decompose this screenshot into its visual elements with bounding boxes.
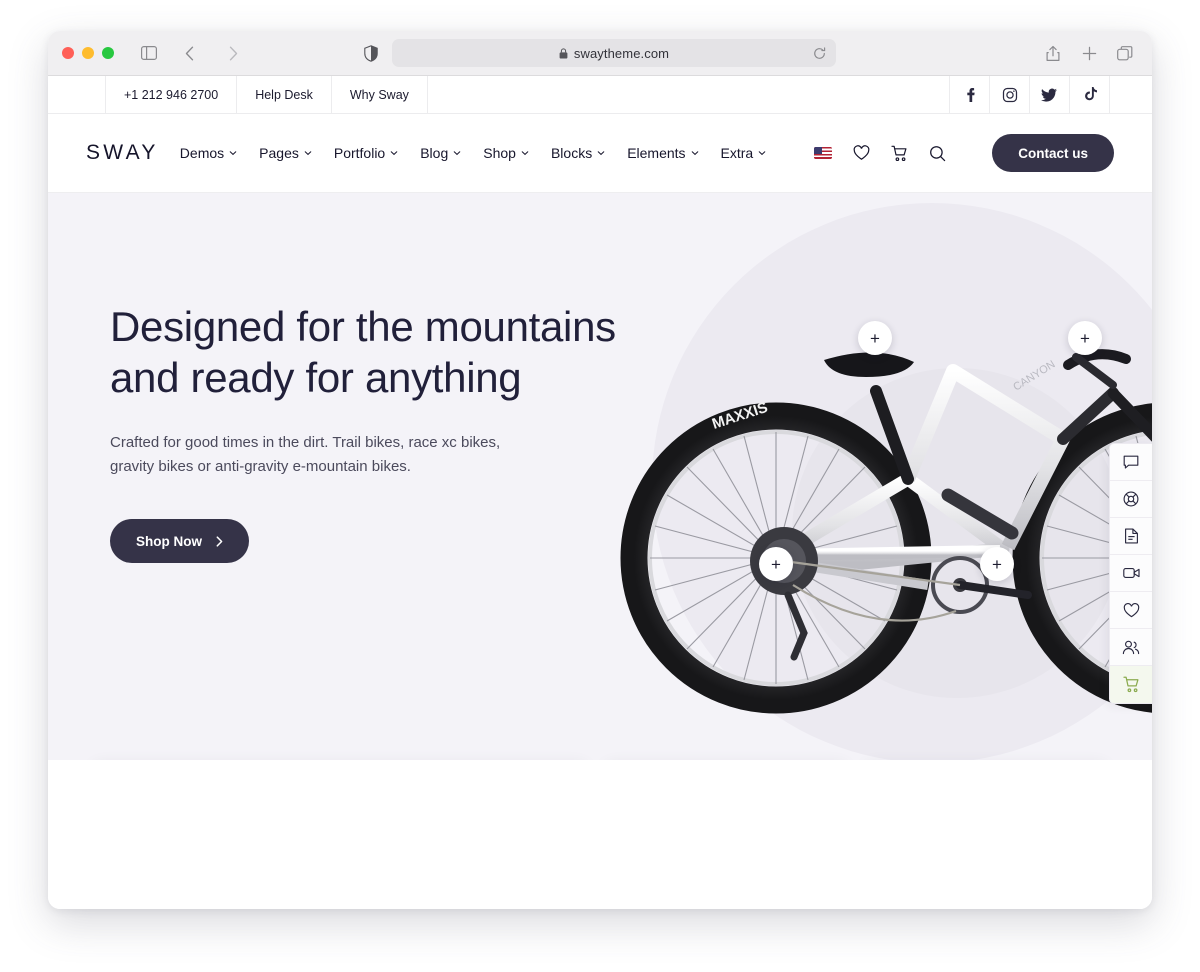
nav-item-elements[interactable]: Elements — [627, 145, 698, 161]
topbar-phone[interactable]: +1 212 946 2700 — [106, 76, 238, 113]
page-viewport: +1 212 946 2700 Help Desk Why Sway SWAY … — [48, 76, 1152, 909]
site-logo[interactable]: SWAY — [86, 141, 159, 165]
site-main-navbar: SWAY Demos Pages Portfolio Blog Shop Blo… — [48, 114, 1152, 193]
tab-overview-icon[interactable] — [1112, 40, 1138, 66]
hero-title: Designed for the mountains and ready for… — [110, 301, 630, 403]
hotspot-crankset[interactable]: + — [980, 547, 1014, 581]
topbar-why-sway[interactable]: Why Sway — [332, 76, 428, 113]
shop-now-label: Shop Now — [136, 533, 202, 549]
floating-side-rail — [1109, 443, 1152, 704]
url-text: swaytheme.com — [573, 45, 670, 61]
back-chevron-icon[interactable] — [176, 40, 202, 66]
nav-item-pages-label: Pages — [259, 145, 299, 161]
mountain-bike-illustration: MAXXIS CANYON — [620, 349, 1152, 714]
rail-document-icon[interactable] — [1110, 518, 1152, 555]
saddle — [824, 352, 914, 377]
topbar-social-links — [950, 76, 1110, 113]
nav-item-blog-label: Blog — [420, 145, 449, 161]
nav-item-pages[interactable]: Pages — [259, 145, 312, 161]
rear-derailleur — [784, 591, 808, 661]
site-top-utility-bar: +1 212 946 2700 Help Desk Why Sway — [48, 76, 1152, 114]
topbar-filler — [428, 76, 950, 113]
forward-chevron-icon[interactable] — [220, 40, 246, 66]
plus-icon[interactable] — [1076, 40, 1102, 66]
nav-menu: Demos Pages Portfolio Blog Shop Blocks E… — [180, 134, 1114, 172]
chevron-down-icon — [597, 151, 605, 156]
nav-item-demos-label: Demos — [179, 145, 225, 161]
nav-item-blocks-label: Blocks — [550, 145, 593, 161]
shield-privacy-icon[interactable] — [364, 44, 378, 62]
nav-item-blocks[interactable]: Blocks — [551, 145, 605, 161]
flag-us-icon[interactable] — [814, 147, 833, 159]
hero-copy: Designed for the mountains and ready for… — [110, 301, 630, 564]
hotspot-saddle[interactable]: + — [858, 321, 892, 355]
rail-video-camera-icon[interactable] — [1110, 555, 1152, 592]
nav-item-extra-label: Extra — [720, 145, 754, 161]
rail-chat-bubble-icon[interactable] — [1110, 444, 1152, 481]
shop-now-button[interactable]: Shop Now — [110, 519, 249, 564]
chevron-down-icon — [758, 151, 766, 156]
bike-frame: CANYON — [750, 349, 1152, 661]
facebook-icon[interactable] — [950, 76, 990, 113]
nav-item-portfolio[interactable]: Portfolio — [334, 145, 398, 161]
maximize-window-button[interactable] — [102, 47, 114, 59]
twitter-icon[interactable] — [1030, 76, 1070, 113]
rail-cart-icon[interactable] — [1110, 666, 1152, 703]
sidebar-toggle-icon[interactable] — [136, 40, 162, 66]
nav-item-extra[interactable]: Extra — [721, 145, 767, 161]
contact-us-button[interactable]: Contact us — [992, 134, 1114, 172]
nav-item-elements-label: Elements — [627, 145, 686, 161]
hero-bike-image: MAXXIS CANYON + + + + — [608, 233, 1152, 723]
chevron-down-icon — [521, 151, 529, 156]
nav-item-blog[interactable]: Blog — [420, 145, 461, 161]
hero-title-line-2: and ready for anything — [110, 354, 522, 402]
instagram-icon[interactable] — [990, 76, 1030, 113]
topbar-right-spacer — [1110, 76, 1152, 113]
chevron-down-icon — [229, 151, 237, 156]
chevron-right-icon — [216, 536, 223, 547]
hotspot-cassette[interactable]: + — [759, 547, 793, 581]
nav-item-demos[interactable]: Demos — [180, 145, 237, 161]
hero-title-line-1: Designed for the mountains — [110, 303, 616, 350]
address-bar-text: swaytheme.com — [559, 46, 669, 61]
rail-lifebuoy-support-icon[interactable] — [1110, 481, 1152, 518]
hotspot-handlebar[interactable]: + — [1068, 321, 1102, 355]
cart-icon[interactable] — [891, 145, 908, 162]
nav-utility-icons — [814, 145, 946, 162]
nav-item-shop[interactable]: Shop — [483, 145, 529, 161]
chevron-down-icon — [691, 151, 698, 156]
topbar-left-spacer — [48, 76, 106, 113]
chevron-down-icon — [453, 151, 461, 156]
nav-item-portfolio-label: Portfolio — [333, 145, 386, 161]
lock-icon — [559, 47, 568, 59]
rail-users-icon[interactable] — [1110, 629, 1152, 666]
close-window-button[interactable] — [62, 47, 74, 59]
share-icon[interactable] — [1040, 40, 1066, 66]
chevron-down-icon — [304, 151, 312, 156]
heart-icon[interactable] — [853, 145, 870, 161]
window-traffic-lights — [62, 47, 114, 59]
frame-brand-label: CANYON — [1011, 358, 1057, 393]
nav-item-shop-label: Shop — [483, 145, 516, 161]
hero-subtitle: Crafted for good times in the dirt. Trai… — [110, 434, 501, 476]
hero-section: Designed for the mountains and ready for… — [48, 193, 1152, 760]
browser-titlebar: swaytheme.com — [48, 31, 1152, 76]
topbar-help-desk[interactable]: Help Desk — [237, 76, 332, 113]
browser-window: swaytheme.com +1 212 946 2700 Help Desk … — [48, 31, 1152, 909]
tiktok-icon[interactable] — [1070, 76, 1110, 113]
address-bar[interactable]: swaytheme.com — [392, 39, 836, 67]
rail-heart-icon[interactable] — [1110, 592, 1152, 629]
minimize-window-button[interactable] — [82, 47, 94, 59]
search-icon[interactable] — [929, 145, 946, 162]
reload-icon[interactable] — [813, 46, 826, 60]
chevron-down-icon — [390, 151, 398, 156]
